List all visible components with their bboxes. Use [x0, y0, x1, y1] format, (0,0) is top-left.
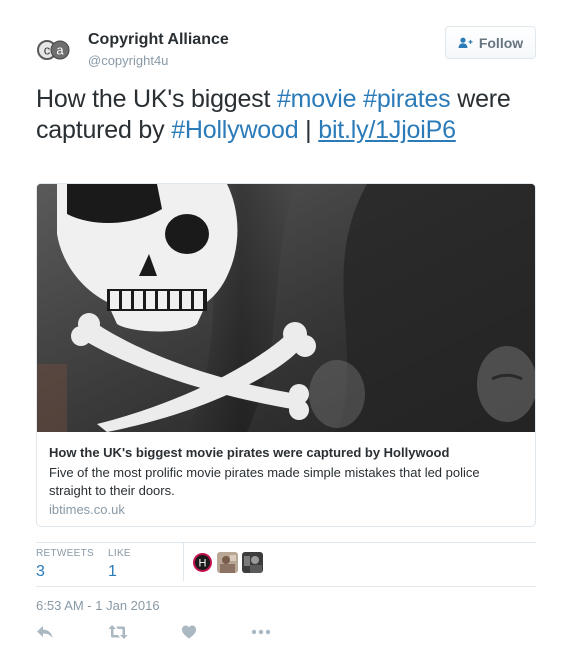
hashtag-pirates[interactable]: #pirates [363, 85, 451, 113]
retweets-label: RETWEETS [36, 548, 94, 559]
tweet-text-part: How the UK's biggest [36, 85, 277, 113]
add-user-icon [458, 37, 473, 49]
liker-avatar-3[interactable] [242, 552, 263, 573]
author-handle[interactable]: @copyright4u [88, 53, 168, 68]
follow-label: Follow [478, 34, 524, 51]
retweets-count: 3 [36, 563, 45, 580]
tweet-stats: RETWEETS 3 LIKE 1 H [36, 543, 536, 591]
card-title[interactable]: How the UK's biggest movie pirates were … [49, 445, 449, 460]
like-icon[interactable] [181, 624, 197, 645]
tweet-actions [36, 624, 536, 646]
pirate-flag-image[interactable] [37, 184, 535, 432]
more-icon[interactable] [251, 624, 271, 645]
stats-separator [183, 543, 184, 581]
tweet-link[interactable]: bit.ly/1JjoiP6 [318, 116, 456, 144]
tweet-text-part: | [298, 116, 319, 144]
card-description: Five of the most prolific movie pirates … [49, 465, 480, 498]
retweets-stat[interactable]: RETWEETS 3 [36, 548, 94, 581]
likes-count: 1 [108, 563, 117, 580]
liker-avatar-h[interactable]: H [192, 552, 213, 573]
tweet-timestamp[interactable]: 6:53 AM - 1 Jan 2016 [36, 598, 160, 613]
liker-avatar-2[interactable] [217, 552, 238, 573]
card-domain: ibtimes.co.uk [49, 502, 125, 517]
reply-icon[interactable] [36, 624, 54, 645]
tweet-text: How the UK's biggest #movie #pirates wer… [36, 84, 536, 146]
hashtag-hollywood[interactable]: #Hollywood [171, 116, 298, 144]
svg-text:c: c [44, 43, 51, 58]
author-name[interactable]: Copyright Alliance [88, 31, 229, 49]
retweet-icon[interactable] [108, 624, 128, 645]
svg-text:a: a [56, 43, 64, 58]
author-avatar[interactable]: c a [36, 36, 72, 64]
divider [36, 586, 536, 587]
hashtag-movie[interactable]: #movie [277, 85, 357, 113]
likes-label: LIKE [108, 548, 131, 559]
liker-avatars: H [192, 552, 263, 573]
link-card[interactable]: How the UK's biggest movie pirates were … [36, 183, 536, 527]
follow-button[interactable]: Follow [445, 26, 536, 59]
liker-initial: H [199, 558, 207, 570]
likes-stat[interactable]: LIKE 1 [108, 548, 131, 581]
